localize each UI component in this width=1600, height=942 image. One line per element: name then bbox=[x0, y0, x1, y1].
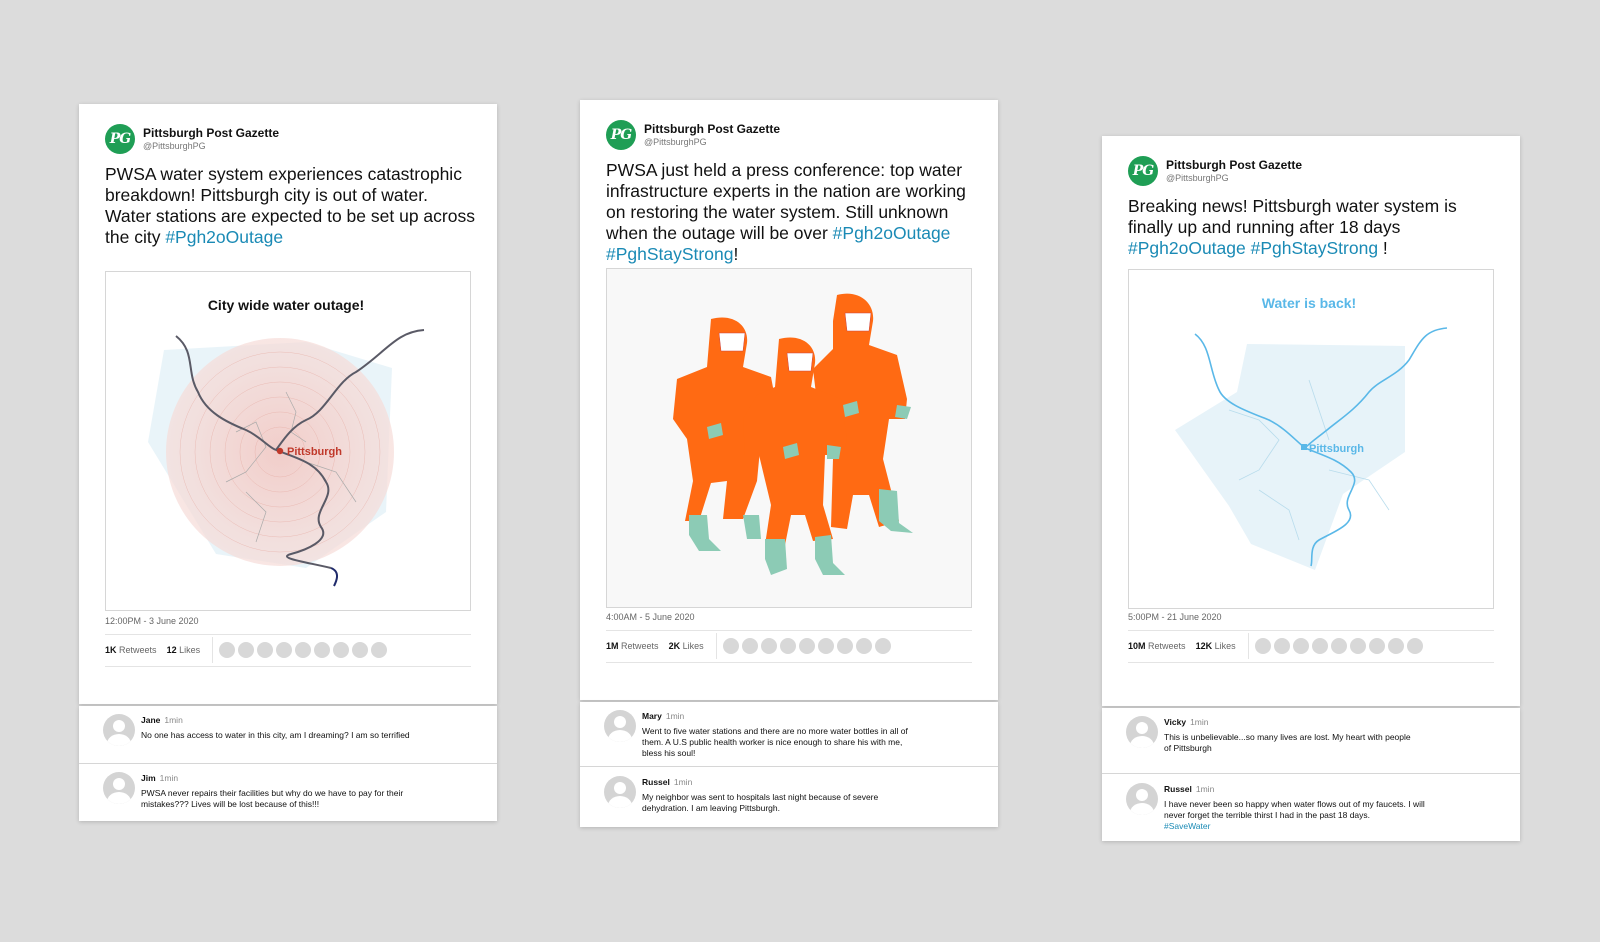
liker-avatar[interactable] bbox=[741, 638, 758, 654]
liker-avatar[interactable] bbox=[798, 638, 815, 654]
liker-avatar[interactable] bbox=[1349, 638, 1366, 654]
timestamp: 12:00PM - 3 June 2020 bbox=[105, 616, 199, 626]
comment-text: This is unbelievable...so many lives are… bbox=[1164, 732, 1411, 753]
liker-avatar[interactable] bbox=[1330, 638, 1347, 654]
liker-avatar[interactable] bbox=[219, 642, 236, 658]
timestamp: 5:00PM - 21 June 2020 bbox=[1128, 612, 1222, 622]
avatar-icon[interactable] bbox=[1126, 783, 1158, 815]
tweet-card-1: PG Pittsburgh Post Gazette @PittsburghPG… bbox=[79, 104, 497, 704]
comment-author[interactable]: Jane bbox=[141, 715, 160, 725]
comment-time: 1min bbox=[1190, 717, 1209, 727]
liker-avatar[interactable] bbox=[1311, 638, 1328, 654]
liker-avatar[interactable] bbox=[257, 642, 274, 658]
comment-author[interactable]: Russel bbox=[642, 777, 670, 787]
tweet-text: PWSA just held a press conference: top w… bbox=[606, 160, 966, 264]
tweet-header: PG Pittsburgh Post Gazette @PittsburghPG bbox=[105, 124, 279, 154]
liker-avatar[interactable] bbox=[276, 642, 293, 658]
media-title: City wide water outage! bbox=[208, 297, 364, 313]
author-name[interactable]: Pittsburgh Post Gazette bbox=[644, 122, 780, 137]
comment-author[interactable]: Vicky bbox=[1164, 717, 1186, 727]
avatar-icon[interactable] bbox=[103, 714, 135, 746]
tweet-media-water-map[interactable]: Water is back! Pittsburgh bbox=[1128, 269, 1494, 609]
liker-avatar[interactable] bbox=[314, 642, 331, 658]
comment-time: 1min bbox=[673, 777, 693, 787]
liker-avatar[interactable] bbox=[874, 638, 891, 654]
liker-avatar[interactable] bbox=[1406, 638, 1423, 654]
liker-avatar[interactable] bbox=[352, 642, 369, 658]
comment-author[interactable]: Jim bbox=[141, 773, 156, 783]
comment-author[interactable]: Russel bbox=[1164, 784, 1192, 794]
hashtag-link[interactable]: #Pgh2oOutage #PghStayStrong bbox=[1128, 238, 1378, 258]
likes-count[interactable]: 12 Likes bbox=[167, 645, 201, 655]
author-handle[interactable]: @PittsburghPG bbox=[644, 137, 780, 147]
liker-avatar[interactable] bbox=[779, 638, 796, 654]
author-name[interactable]: Pittsburgh Post Gazette bbox=[1166, 158, 1302, 173]
comments-panel-1: Jane 1min No one has access to water in t… bbox=[79, 706, 497, 821]
retweets-count[interactable]: 10M Retweets bbox=[1128, 641, 1186, 651]
liker-avatar[interactable] bbox=[238, 642, 255, 658]
comment-time: 1min bbox=[164, 715, 183, 725]
retweets-count[interactable]: 1M Retweets bbox=[606, 641, 659, 651]
liker-avatar[interactable] bbox=[836, 638, 853, 654]
county-outline bbox=[1175, 344, 1405, 570]
comment-text: No one has access to water in this city,… bbox=[141, 730, 410, 740]
tweet-media-outage-map[interactable]: City wide water outage! Pittsburgh bbox=[105, 271, 471, 611]
timestamp: 4:00AM - 5 June 2020 bbox=[606, 612, 695, 622]
liker-avatar[interactable] bbox=[817, 638, 834, 654]
likes-count[interactable]: 12K Likes bbox=[1196, 641, 1236, 651]
liker-avatar[interactable] bbox=[1273, 638, 1290, 654]
comment-text: PWSA never repairs their facilities but … bbox=[141, 788, 404, 809]
liker-avatar[interactable] bbox=[371, 642, 388, 658]
tweet-header: PG Pittsburgh Post Gazette @PittsburghPG bbox=[606, 120, 780, 150]
comment-time: 1min bbox=[665, 711, 685, 721]
tweet-text: PWSA water system experiences catastroph… bbox=[105, 164, 475, 247]
map-label: Pittsburgh bbox=[1309, 443, 1364, 455]
liker-avatar[interactable] bbox=[855, 638, 872, 654]
hashtag-link[interactable]: #Pgh2oOutage bbox=[165, 227, 283, 247]
liker-avatar[interactable] bbox=[295, 642, 312, 658]
author-handle[interactable]: @PittsburghPG bbox=[143, 141, 279, 151]
liker-avatar[interactable] bbox=[1254, 638, 1271, 654]
author-handle[interactable]: @PittsburghPG bbox=[1166, 173, 1302, 183]
tweet-header: PG Pittsburgh Post Gazette @PittsburghPG bbox=[1128, 156, 1302, 186]
engagement-stats: 10M Retweets 12K Likes bbox=[1128, 632, 1494, 660]
comments-panel-2: Mary 1min Went to five water stations and… bbox=[580, 702, 998, 827]
pg-logo-icon[interactable]: PG bbox=[105, 124, 135, 154]
likes-count[interactable]: 2K Likes bbox=[669, 641, 704, 651]
engagement-stats: 1M Retweets 2K Likes bbox=[606, 632, 972, 660]
avatar-icon[interactable] bbox=[103, 772, 135, 804]
liker-avatar[interactable] bbox=[333, 642, 350, 658]
hashtag-link[interactable]: #SaveWater bbox=[1164, 821, 1210, 831]
pg-logo-icon[interactable]: PG bbox=[606, 120, 636, 150]
tweet-card-3: PG Pittsburgh Post Gazette @PittsburghPG… bbox=[1102, 136, 1520, 706]
avatar-icon[interactable] bbox=[604, 776, 636, 808]
pg-logo-icon[interactable]: PG bbox=[1128, 156, 1158, 186]
comment-time: 1min bbox=[1195, 784, 1215, 794]
liker-avatar[interactable] bbox=[1292, 638, 1309, 654]
comment-time: 1min bbox=[159, 773, 179, 783]
map-label: Pittsburgh bbox=[287, 446, 342, 458]
retweets-count[interactable]: 1K Retweets bbox=[105, 645, 157, 655]
tweet-card-2: PG Pittsburgh Post Gazette @PittsburghPG… bbox=[580, 100, 998, 700]
comment-author[interactable]: Mary bbox=[642, 711, 662, 721]
location-marker-icon bbox=[276, 447, 284, 455]
media-title: Water is back! bbox=[1262, 295, 1356, 311]
comment-text: Went to five water stations and there ar… bbox=[642, 726, 908, 758]
liker-avatar[interactable] bbox=[760, 638, 777, 654]
liker-avatar[interactable] bbox=[722, 638, 739, 654]
liker-avatar[interactable] bbox=[1368, 638, 1385, 654]
tweet-media-hazmat-illustration[interactable] bbox=[606, 268, 972, 608]
tweet-text: Breaking news! Pittsburgh water system i… bbox=[1128, 196, 1457, 258]
comment-text: I have never been so happy when water fl… bbox=[1164, 799, 1425, 831]
avatar-icon[interactable] bbox=[604, 710, 636, 742]
engagement-stats: 1K Retweets 12 Likes bbox=[105, 636, 471, 664]
avatar-icon[interactable] bbox=[1126, 716, 1158, 748]
location-marker-icon bbox=[1301, 444, 1307, 450]
liker-avatar[interactable] bbox=[1387, 638, 1404, 654]
author-name[interactable]: Pittsburgh Post Gazette bbox=[143, 126, 279, 141]
comment-text: My neighbor was sent to hospitals last n… bbox=[642, 792, 879, 813]
comments-panel-3: Vicky 1min This is unbelievable...so many… bbox=[1102, 708, 1520, 841]
